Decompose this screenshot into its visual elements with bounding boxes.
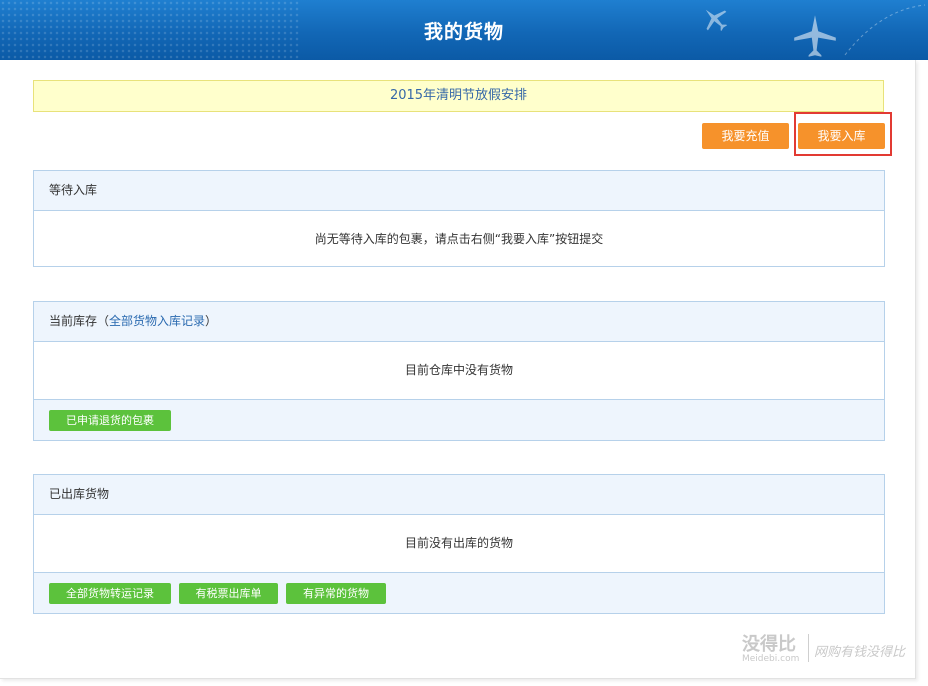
panel-header: 当前库存（全部货物入库记录） bbox=[34, 302, 884, 342]
panel-body: 目前没有出库的货物 bbox=[34, 515, 884, 572]
link-close-paren: ） bbox=[205, 314, 218, 328]
empty-message: 目前没有出库的货物 bbox=[404, 536, 513, 550]
link-open-paren: （ bbox=[97, 314, 110, 328]
panel-footer: 全部货物转运记录 有税票出库单 有异常的货物 bbox=[34, 572, 884, 613]
empty-message: 目前仓库中没有货物 bbox=[404, 363, 513, 377]
inventory-panel: 当前库存（全部货物入库记录） 目前仓库中没有货物 已申请退货的包裹 bbox=[33, 301, 885, 441]
watermark-brand: 没得比 bbox=[742, 634, 796, 655]
watermark: 没得比 Meidebi.com 网购有钱没得比 bbox=[740, 630, 920, 670]
panel-title: 已出库货物 bbox=[49, 487, 110, 501]
highlight-annotation bbox=[794, 112, 892, 156]
panel-body: 目前仓库中没有货物 bbox=[34, 342, 884, 399]
watermark-divider bbox=[808, 634, 809, 662]
panel-header: 已出库货物 bbox=[34, 475, 884, 515]
panel-title: 当前库存 bbox=[49, 314, 98, 328]
notice-banner[interactable]: 2015年清明节放假安排 bbox=[33, 80, 884, 112]
return-requested-button[interactable]: 已申请退货的包裹 bbox=[49, 410, 171, 431]
panel-header: 等待入库 bbox=[34, 171, 884, 211]
watermark-slogan: 网购有钱没得比 bbox=[814, 645, 906, 660]
page-title: 我的货物 bbox=[423, 21, 504, 43]
panel-title: 等待入库 bbox=[49, 183, 98, 197]
notice-link[interactable]: 2015年清明节放假安排 bbox=[390, 88, 527, 103]
abnormal-goods-button[interactable]: 有异常的货物 bbox=[286, 583, 386, 604]
panel-footer: 已申请退货的包裹 bbox=[34, 399, 884, 440]
outbound-panel: 已出库货物 目前没有出库的货物 全部货物转运记录 有税票出库单 有异常的货物 bbox=[33, 474, 885, 614]
page-header: 我的货物 bbox=[0, 0, 928, 60]
pending-panel: 等待入库 尚无等待入库的包裹，请点击右侧“我要入库”按钮提交 bbox=[33, 170, 885, 267]
transfer-records-button[interactable]: 全部货物转运记录 bbox=[49, 583, 171, 604]
inbound-records-link[interactable]: 全部货物入库记录 bbox=[109, 314, 205, 328]
tax-invoice-button[interactable]: 有税票出库单 bbox=[179, 583, 278, 604]
empty-message: 尚无等待入库的包裹，请点击右侧“我要入库”按钮提交 bbox=[314, 232, 604, 246]
panel-body: 尚无等待入库的包裹，请点击右侧“我要入库”按钮提交 bbox=[34, 211, 884, 267]
watermark-domain: Meidebi.com bbox=[742, 654, 800, 664]
recharge-button[interactable]: 我要充值 bbox=[702, 123, 789, 149]
